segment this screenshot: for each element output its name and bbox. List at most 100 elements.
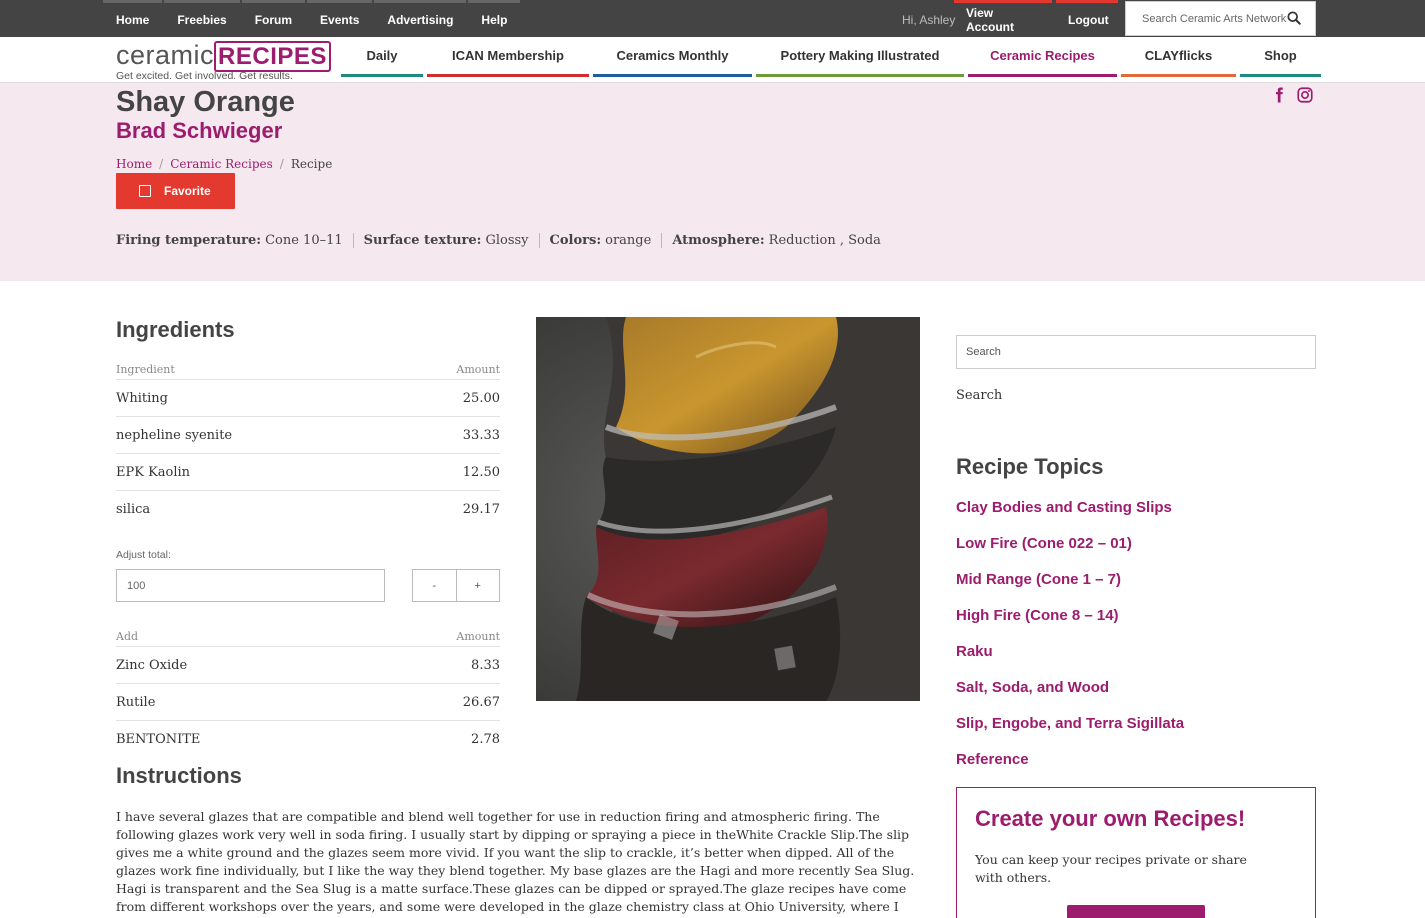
site-logo[interactable]: ceramic RECIPES Get excited. Get involved… [116,40,331,82]
user-greeting: Hi, Ashley [902,13,956,27]
sidebar-search-button[interactable]: Search [956,388,1002,403]
additive-amount: 2.78 [471,732,500,747]
recipe-topics-heading: Recipe Topics [956,454,1104,479]
property-label: Firing temperature: [116,233,262,248]
top-search-box [1125,1,1316,36]
topic-link-slip-engobe[interactable]: Slip, Engobe, and Terra Sigillata [956,713,1184,749]
top-link-forum[interactable]: Forum [241,0,306,37]
main-nav: Daily ICAN Membership Ceramics Monthly P… [341,37,1325,77]
property-value: Cone 10–11 [265,233,343,248]
additive-name: BENTONITE [116,732,201,747]
nav-pottery-making-illustrated[interactable]: Pottery Making Illustrated [756,37,964,77]
additive-amount: 8.33 [471,657,500,673]
top-bar: Home Freebies Forum Events Advertising H… [0,0,1425,37]
table-header: Add Amount [116,627,500,647]
search-icon[interactable] [1287,11,1301,25]
create-recipes-promo: Create your own Recipes! You can keep yo… [956,787,1316,918]
table-row: EPK Kaolin 12.50 [116,454,500,491]
table-row: Whiting 25.00 [116,380,500,417]
social-links [1270,86,1314,104]
breadcrumb-current: Recipe [290,157,333,171]
ingredient-amount: 29.17 [462,502,500,517]
property-value: orange [605,233,652,248]
glazed-vase-image [536,317,920,701]
property-firing-temperature: Firing temperature: Cone 10–11 [116,233,353,248]
instructions-heading: Instructions [116,763,242,788]
logo-ceramic: ceramic [116,40,215,70]
property-colors: Colors: orange [538,233,662,248]
table-row: Rutile 26.67 [116,684,500,721]
promo-title: Create your own Recipes! [975,806,1246,831]
ingredient-name: EPK Kaolin [116,464,191,480]
nav-ceramics-monthly[interactable]: Ceramics Monthly [593,37,752,77]
top-link-help[interactable]: Help [468,0,521,37]
nav-shop[interactable]: Shop [1240,37,1321,77]
ingredient-amount: 12.50 [462,464,500,480]
instructions-text: I have several glazes that are compatibl… [116,809,915,918]
logout-link[interactable]: Logout [1056,0,1118,37]
breadcrumb-separator: / [159,157,164,171]
column-header-add: Add [116,630,139,643]
recipe-properties: Firing temperature: Cone 10–11 Surface t… [116,233,891,248]
main-header: ceramic RECIPES Get excited. Get involved… [0,37,1425,83]
breadcrumb-ceramic-recipes[interactable]: Ceramic Recipes [170,157,273,171]
column-header-ingredient: Ingredient [116,363,175,376]
favorite-button[interactable]: Favorite [116,173,235,209]
nav-daily[interactable]: Daily [341,37,423,77]
property-value: Glossy [485,233,529,248]
ingredient-name: silica [116,502,151,517]
recipe-author[interactable]: Brad Schwieger [116,118,282,144]
checkbox-icon [139,185,151,197]
promo-text: You can keep your recipes private or sha… [975,852,1247,885]
breadcrumb-home[interactable]: Home [116,157,152,171]
nav-ceramic-recipes[interactable]: Ceramic Recipes [968,37,1117,77]
property-label: Atmosphere: [672,233,765,248]
additions-table: Add Amount Zinc Oxide 8.33 Rutile 26.67 … [116,627,500,758]
facebook-icon[interactable] [1270,86,1288,104]
recipe-topics-list: Clay Bodies and Casting Slips Low Fire (… [956,497,1184,785]
top-link-home[interactable]: Home [103,0,163,37]
property-value: Reduction , Soda [768,233,881,248]
adjust-total-input[interactable]: 100 [116,569,385,602]
increment-button[interactable]: + [457,570,500,601]
table-header: Ingredient Amount [116,360,500,380]
breadcrumb: Home / Ceramic Recipes / Recipe [116,157,332,171]
topic-link-reference[interactable]: Reference [956,749,1184,785]
property-atmosphere: Atmosphere: Reduction , Soda [661,233,891,248]
instagram-icon[interactable] [1296,86,1314,104]
column-header-amount: Amount [456,363,500,376]
promo-button[interactable] [1067,905,1205,918]
top-link-freebies[interactable]: Freebies [164,0,240,37]
column-header-amount: Amount [456,630,500,643]
topic-link-mid-range[interactable]: Mid Range (Cone 1 – 7) [956,569,1184,605]
nav-clayflicks[interactable]: CLAYflicks [1121,37,1236,77]
topic-link-raku[interactable]: Raku [956,641,1184,677]
property-label: Surface texture: [363,233,482,248]
sidebar-search-input[interactable]: Search [956,335,1316,369]
ingredient-name: nepheline syenite [116,427,233,443]
topic-link-clay-bodies[interactable]: Clay Bodies and Casting Slips [956,497,1184,533]
nav-ican-membership[interactable]: ICAN Membership [427,37,589,77]
logo-recipes: RECIPES [214,41,331,72]
top-link-events[interactable]: Events [307,0,373,37]
additive-name: Zinc Oxide [116,657,188,673]
topic-link-low-fire[interactable]: Low Fire (Cone 022 – 01) [956,533,1184,569]
topic-link-high-fire[interactable]: High Fire (Cone 8 – 14) [956,605,1184,641]
ingredient-amount: 25.00 [462,390,500,406]
ingredients-heading: Ingredients [116,317,235,342]
table-row: nepheline syenite 33.33 [116,417,500,454]
topic-link-salt-soda-wood[interactable]: Salt, Soda, and Wood [956,677,1184,713]
property-label: Colors: [549,233,602,248]
logo-tagline: Get excited. Get involved. Get results. [116,70,293,82]
additive-name: Rutile [116,694,156,710]
decrement-button[interactable]: - [413,570,457,601]
top-link-advertising[interactable]: Advertising [374,0,467,37]
top-search-input[interactable] [1142,12,1292,25]
view-account-link[interactable]: View Account [954,0,1052,37]
breadcrumb-separator: / [279,157,284,171]
favorite-label: Favorite [164,184,211,198]
ingredient-amount: 33.33 [462,427,500,443]
table-row: Zinc Oxide 8.33 [116,647,500,684]
adjust-total-label: Adjust total: [116,549,171,561]
recipe-photo[interactable] [536,317,920,701]
